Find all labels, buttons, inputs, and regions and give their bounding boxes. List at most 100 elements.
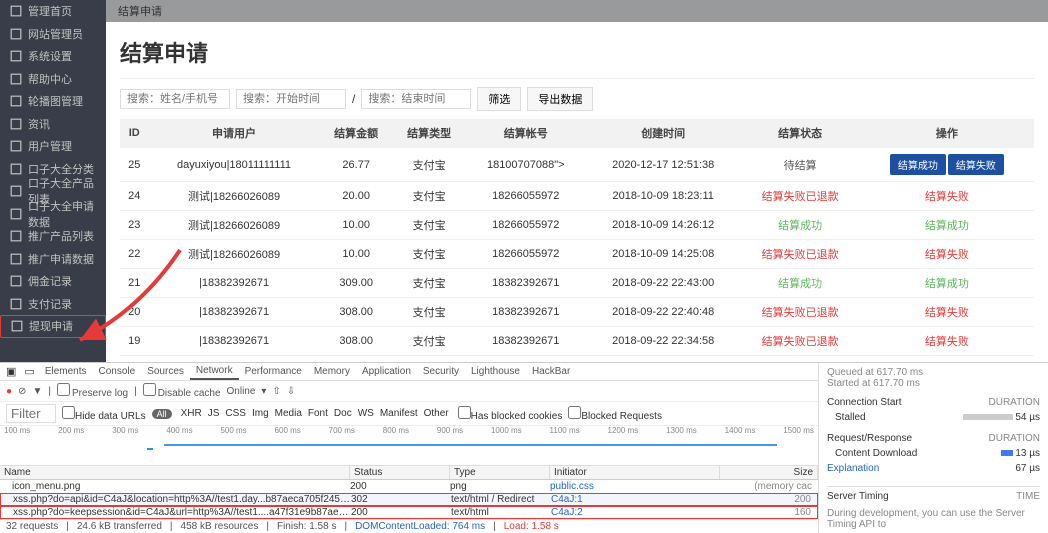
table-row: 21|18382392671309.00支付宝183823926712018-0… (120, 269, 1034, 298)
filter-icon[interactable]: ▼ (32, 386, 42, 397)
devtools-tab-hackbar[interactable]: HackBar (526, 364, 576, 379)
settle-fail-button[interactable]: 结算失败 (948, 154, 1004, 175)
gear-icon (10, 50, 22, 62)
filter-type-manifest[interactable]: Manifest (380, 408, 418, 419)
devtools-tab-performance[interactable]: Performance (239, 364, 308, 379)
status-cell: 结算成功 (741, 269, 860, 298)
status-cell: 结算成功 (741, 211, 860, 240)
sidebar-item-3[interactable]: 帮助中心 (0, 68, 106, 91)
sidebar-item-9[interactable]: 口子大全申请数据 (0, 203, 106, 226)
upload-icon[interactable]: ⇧ (272, 386, 280, 397)
list-icon (10, 208, 22, 220)
network-row[interactable]: xss.php?do=api&id=C4aJ&location=http%3A/… (0, 493, 818, 506)
devtools-tab-security[interactable]: Security (417, 364, 465, 379)
sidebar-item-1[interactable]: 网站管理员 (0, 23, 106, 46)
devtools-tabs: ▣ ▭ ElementsConsoleSourcesNetworkPerform… (0, 363, 818, 381)
preserve-log-checkbox[interactable] (57, 383, 70, 396)
status-cell: 结算失败已退款 (741, 327, 860, 356)
filter-all-pill[interactable]: All (152, 409, 172, 419)
sidebar-item-label: 资讯 (28, 116, 50, 132)
devtools-tab-application[interactable]: Application (356, 364, 417, 379)
filter-type-img[interactable]: Img (252, 408, 269, 419)
filter-input[interactable] (6, 404, 56, 423)
filter-type-doc[interactable]: Doc (334, 408, 352, 419)
sidebar-item-10[interactable]: 推广产品列表 (0, 225, 106, 248)
filter-type-css[interactable]: CSS (225, 408, 246, 419)
sidebar-item-2[interactable]: 系统设置 (0, 45, 106, 68)
list-icon (10, 253, 22, 265)
op-cell: 结算成功 (860, 269, 1034, 298)
sidebar-item-label: 口子大全申请数据 (28, 198, 96, 230)
users-icon (10, 140, 22, 152)
status-cell: 结算失败已退款 (741, 240, 860, 269)
download-icon[interactable]: ⇩ (287, 386, 295, 397)
devtools-status-bar: 32 requests| 24.6 kB transferred| 458 kB… (0, 519, 818, 533)
filter-type-ws[interactable]: WS (358, 408, 374, 419)
devtools-tab-network[interactable]: Network (190, 363, 239, 380)
table-row: 20|18382392671308.00支付宝183823926712018-0… (120, 298, 1034, 327)
devtools-tab-lighthouse[interactable]: Lighthouse (465, 364, 526, 379)
sidebar-item-11[interactable]: 推广申请数据 (0, 248, 106, 271)
filter-type-other[interactable]: Other (424, 408, 449, 419)
sidebar-item-5[interactable]: 资讯 (0, 113, 106, 136)
devtools-tab-console[interactable]: Console (93, 364, 142, 379)
list-icon (10, 230, 22, 242)
devtools-tab-sources[interactable]: Sources (141, 364, 190, 379)
network-timeline[interactable]: 100 ms200 ms300 ms400 ms500 ms600 ms700 … (0, 426, 818, 466)
sidebar-item-13[interactable]: 支付记录 (0, 293, 106, 316)
topbar: 结算申请 (106, 0, 1048, 22)
sidebar-item-label: 推广申请数据 (28, 251, 94, 267)
sidebar-item-0[interactable]: 管理首页 (0, 0, 106, 23)
doc-icon (10, 118, 22, 130)
op-cell: 结算失败 (860, 298, 1034, 327)
clear-icon[interactable]: ⊘ (18, 386, 26, 397)
op-cell: 结算成功 (860, 211, 1034, 240)
image-icon (10, 95, 22, 107)
table-row: 25dayuxiyou|1801111111126.77支付宝181007070… (120, 148, 1034, 182)
sidebar-item-14[interactable]: 提现申请 (0, 315, 106, 338)
blocked-requests-checkbox[interactable] (568, 406, 581, 419)
filter-button[interactable]: 筛选 (477, 87, 521, 111)
sidebar-item-12[interactable]: 佣金记录 (0, 270, 106, 293)
devtools-tab-memory[interactable]: Memory (308, 364, 356, 379)
sidebar-item-label: 佣金记录 (28, 273, 72, 289)
table-header: ID (120, 119, 148, 148)
inspect-icon[interactable]: ▣ (2, 365, 20, 378)
record-icon[interactable]: ● (6, 386, 12, 397)
devtools-tab-elements[interactable]: Elements (39, 364, 93, 379)
table-row: 23测试|1826602608910.00支付宝182660559722018-… (120, 211, 1034, 240)
devtools-panel: ▣ ▭ ElementsConsoleSourcesNetworkPerform… (0, 362, 1048, 533)
sidebar-item-label: 推广产品列表 (28, 228, 94, 244)
table-row: 19|18382392671308.00支付宝183823926712018-0… (120, 327, 1034, 356)
sidebar-item-label: 提现申请 (29, 318, 73, 334)
search-end-input[interactable] (361, 89, 471, 109)
search-name-input[interactable] (120, 89, 230, 109)
hide-data-checkbox[interactable] (62, 406, 75, 419)
sidebar-item-label: 用户管理 (28, 138, 72, 154)
export-button[interactable]: 导出数据 (527, 87, 593, 111)
network-table-header: Name Status Type Initiator Size (0, 466, 818, 480)
sidebar-item-label: 支付记录 (28, 296, 72, 312)
disable-cache-checkbox[interactable] (143, 383, 156, 396)
sidebar-item-4[interactable]: 轮播图管理 (0, 90, 106, 113)
filter-type-font[interactable]: Font (308, 408, 328, 419)
list-icon (10, 185, 22, 197)
device-icon[interactable]: ▭ (20, 365, 38, 378)
blocked-cookies-checkbox[interactable] (458, 406, 471, 419)
network-row[interactable]: icon_menu.png200pngpublic.css(memory cac (0, 480, 818, 493)
sidebar-item-label: 帮助中心 (28, 71, 72, 87)
edit-icon (11, 320, 23, 332)
status-cell: 结算失败已退款 (741, 298, 860, 327)
op-cell: 结算失败 (860, 327, 1034, 356)
settle-success-button[interactable]: 结算成功 (890, 154, 946, 175)
filter-type-media[interactable]: Media (275, 408, 302, 419)
sidebar-item-6[interactable]: 用户管理 (0, 135, 106, 158)
throttling-select[interactable]: Online (227, 386, 256, 397)
search-start-input[interactable] (236, 89, 346, 109)
breadcrumb: 结算申请 (118, 3, 162, 19)
filter-type-js[interactable]: JS (208, 408, 220, 419)
network-row[interactable]: xss.php?do=keepsession&id=C4aJ&url=http%… (0, 506, 818, 519)
table-row: 22测试|1826602608910.00支付宝182660559722018-… (120, 240, 1034, 269)
table-header: 结算帐号 (466, 119, 586, 148)
filter-type-xhr[interactable]: XHR (181, 408, 202, 419)
